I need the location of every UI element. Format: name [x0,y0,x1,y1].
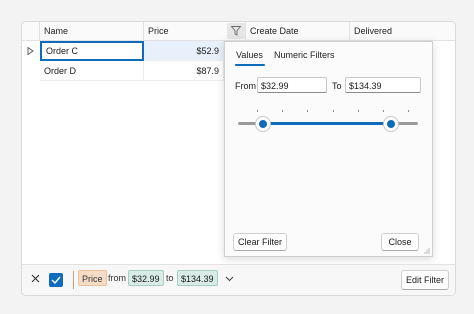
row-indicator [22,41,40,61]
filter-icon [231,26,241,36]
column-header-create-date[interactable]: Create Date [246,22,350,40]
column-header-label: Delivered [354,26,393,36]
cell-name[interactable]: Order C [40,41,144,61]
header-indicator-cell [22,22,40,40]
filter-expression-edge [73,271,74,289]
range-slider-max-thumb[interactable] [383,116,399,132]
cell-text: Order D [44,66,77,76]
filter-panel: Price from $32.99 to $134.39 Edit Filter [22,264,455,295]
range-slider-selection [263,122,391,125]
cell-text: Order C [46,46,79,56]
cell-price[interactable]: $52.9 [144,41,224,61]
filter-to-text: to [166,273,174,283]
slider-ticks [257,110,409,114]
to-label: To [332,81,342,91]
resize-grip-icon[interactable] [424,248,430,254]
filter-operator-text: from [108,273,126,283]
column-header-name[interactable]: Name [40,22,144,40]
to-input-value: $134.39 [349,81,382,91]
to-input[interactable]: $134.39 [345,77,421,93]
column-header-row: Name Price Create Date Delivered [22,22,455,41]
filter-from-value-token[interactable]: $32.99 [128,270,164,286]
column-header-label: Price [148,26,169,36]
cell-text: $52.9 [196,46,219,56]
active-tab-indicator [235,64,265,66]
clear-filter-button[interactable]: Clear Filter [233,233,287,251]
price-filter-button[interactable] [227,23,245,39]
checkmark-icon [51,276,61,284]
cell-name[interactable]: Order D [40,61,144,81]
cell-text: $87.9 [196,66,219,76]
column-header-label: Create Date [250,26,299,36]
from-label: From [235,81,256,91]
from-input[interactable]: $32.99 [257,77,327,93]
close-button[interactable]: Close [381,233,419,251]
filter-enabled-checkbox[interactable] [49,273,63,287]
button-label: Edit Filter [405,275,444,285]
row-indicator-icon [27,47,34,55]
filter-popup: Values Numeric Filters From $32.99 To $1… [224,41,433,257]
from-input-value: $32.99 [261,81,289,91]
filter-to-value-token[interactable]: $134.39 [177,270,218,286]
cell-price[interactable]: $87.9 [144,61,224,81]
grid-control: Name Price Create Date Delivered Order C… [21,21,456,296]
range-slider-min-thumb[interactable] [255,116,271,132]
chevron-down-icon[interactable] [225,276,234,282]
edit-filter-button[interactable]: Edit Filter [401,270,449,290]
tab-values[interactable]: Values [236,50,263,60]
filter-field-token[interactable]: Price [78,270,107,286]
column-header-label: Name [44,26,69,36]
column-header-delivered[interactable]: Delivered [350,22,455,40]
row-indicator [22,61,40,81]
button-label: Close [388,237,412,247]
tab-numeric-filters[interactable]: Numeric Filters [274,50,335,60]
close-icon[interactable] [31,274,40,283]
button-label: Clear Filter [237,237,282,247]
